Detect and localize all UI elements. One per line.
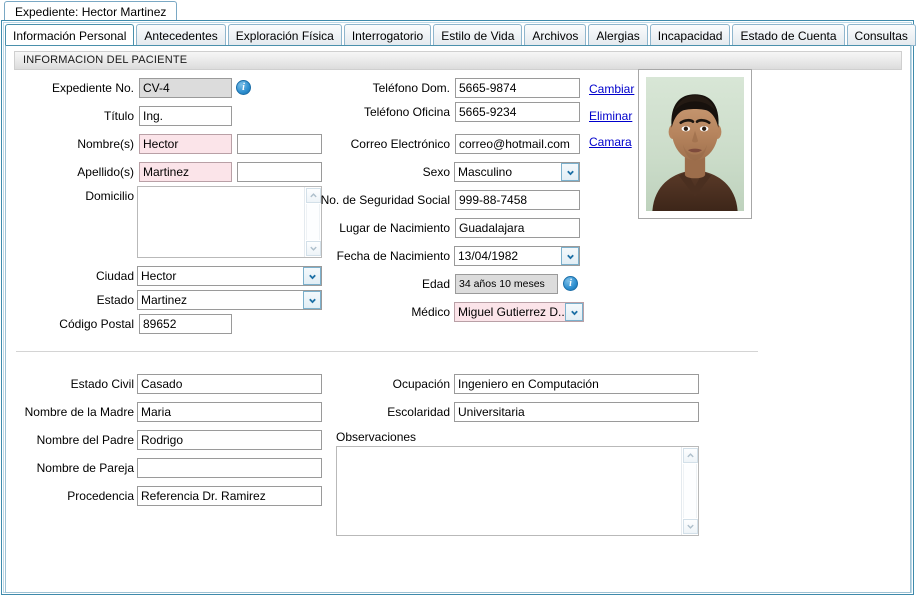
domicilio-text[interactable]	[138, 187, 304, 257]
tab-label: Alergias	[596, 29, 640, 43]
link-eliminar-foto[interactable]: Eliminar	[589, 109, 632, 123]
label-escolaridad: Escolaridad	[387, 405, 450, 419]
label-nombres: Nombre(s)	[77, 137, 134, 151]
document-tab-expediente[interactable]: Expediente: Hector Martinez	[4, 1, 178, 22]
tab-archivos[interactable]: Archivos	[524, 24, 587, 46]
tab-label: Antecedentes	[144, 29, 218, 43]
tab-exploracion-fisica[interactable]: Exploración Física	[227, 24, 342, 46]
chevron-down-icon[interactable]	[561, 163, 579, 181]
label-estado: Estado	[96, 293, 134, 307]
document-tabstrip: Expediente: Hector Martinez	[0, 0, 916, 22]
tab-label: Interrogatorio	[351, 29, 424, 43]
label-telefono-dom: Teléfono Dom.	[372, 81, 450, 95]
main-tabbar: Información Personal Antecedentes Explorac…	[5, 24, 916, 46]
field-codigo-postal[interactable]: 89652	[139, 314, 232, 334]
label-sexo: Sexo	[422, 165, 450, 179]
label-seguridad-social: No. de Seguridad Social	[320, 193, 450, 207]
label-nombre-pareja: Nombre de Pareja	[36, 461, 134, 475]
field-escolaridad[interactable]: Universitaria	[454, 402, 699, 422]
field-lugar-nacimiento[interactable]: Guadalajara	[455, 218, 580, 238]
label-ciudad: Ciudad	[95, 269, 134, 283]
label-domicilio: Domicilio	[85, 189, 134, 203]
field-apellidos[interactable]: Martinez	[139, 162, 232, 182]
field-seguridad-social[interactable]: 999-88-7458	[455, 190, 580, 210]
patient-record-window: Expediente: Hector Martinez Información …	[0, 0, 916, 597]
field-nombres[interactable]: Hector	[139, 134, 232, 154]
tab-incapacidad[interactable]: Incapacidad	[649, 24, 731, 46]
tab-label: Exploración Física	[235, 29, 334, 43]
ciudad-value: Hector	[137, 266, 322, 286]
section-header-patient-info: INFORMACION DEL PACIENTE	[14, 51, 902, 70]
tab-label: Información Personal	[13, 29, 127, 43]
label-titulo: Título	[103, 109, 134, 123]
link-camara[interactable]: Camara	[589, 135, 632, 149]
tab-interrogatorio[interactable]: Interrogatorio	[343, 24, 432, 46]
label-telefono-oficina: Teléfono Oficina	[363, 105, 450, 119]
tab-label: Estado de Cuenta	[740, 29, 837, 43]
label-estado-civil: Estado Civil	[70, 377, 134, 391]
info-icon-edad[interactable]: i	[563, 276, 578, 291]
info-icon-expediente[interactable]: i	[236, 80, 251, 95]
label-nombre-padre: Nombre del Padre	[36, 433, 134, 447]
patient-photo	[646, 77, 744, 211]
label-apellidos: Apellido(s)	[77, 165, 134, 179]
field-observaciones[interactable]	[336, 446, 699, 536]
label-fecha-nacimiento: Fecha de Nacimiento	[336, 249, 450, 263]
field-medico[interactable]: Miguel Gutierrez D...	[454, 302, 584, 322]
field-estado-civil[interactable]: Casado	[137, 374, 322, 394]
tab-label: Consultas	[854, 29, 908, 43]
field-nombre-pareja[interactable]	[137, 458, 322, 478]
field-procedencia[interactable]: Referencia Dr. Ramirez	[137, 486, 322, 506]
field-ciudad[interactable]: Hector	[137, 266, 322, 286]
observaciones-scroll-track[interactable]	[683, 464, 697, 518]
field-edad: 34 años 10 meses	[455, 274, 558, 294]
tab-estado-de-cuenta[interactable]: Estado de Cuenta	[732, 24, 845, 46]
document-tab-label: Expediente: Hector Martinez	[15, 5, 167, 19]
tab-label: Incapacidad	[657, 29, 723, 43]
label-observaciones: Observaciones	[336, 430, 417, 444]
scroll-up-icon[interactable]	[683, 448, 698, 463]
field-correo[interactable]: correo@hotmail.com	[455, 134, 580, 154]
chevron-down-icon[interactable]	[561, 247, 579, 265]
field-expediente-no: CV-4	[139, 78, 232, 98]
field-nombre-madre[interactable]: Maria	[137, 402, 322, 422]
field-fecha-nacimiento[interactable]: 13/04/1982	[454, 246, 580, 266]
tab-antecedentes[interactable]: Antecedentes	[136, 24, 226, 46]
patient-photo-frame[interactable]	[638, 69, 752, 219]
tab-estilo-de-vida[interactable]: Estilo de Vida	[433, 24, 523, 46]
section-title: INFORMACION DEL PACIENTE	[23, 54, 188, 66]
scroll-down-icon[interactable]	[683, 519, 698, 534]
field-telefono-dom[interactable]: 5665-9874	[455, 78, 580, 98]
field-estado[interactable]: Martinez	[137, 290, 322, 310]
observaciones-scrollbar[interactable]	[681, 447, 698, 535]
tab-consultas[interactable]: Consultas	[846, 24, 916, 46]
link-cambiar-foto[interactable]: Cambiar	[589, 82, 634, 96]
label-medico: Médico	[411, 305, 450, 319]
field-titulo[interactable]: Ing.	[139, 106, 232, 126]
label-expediente-no: Expediente No.	[51, 81, 134, 95]
label-nombre-madre: Nombre de la Madre	[24, 405, 134, 419]
field-sexo[interactable]: Masculino	[454, 162, 580, 182]
tab-alergias[interactable]: Alergias	[588, 24, 648, 46]
field-nombre-padre[interactable]: Rodrigo	[137, 430, 322, 450]
label-codigo-postal: Código Postal	[59, 317, 134, 331]
chevron-down-icon[interactable]	[565, 303, 583, 321]
tab-panel-informacion-personal: INFORMACION DEL PACIENTE Expediente No. …	[5, 45, 911, 593]
label-edad: Edad	[421, 277, 450, 291]
label-ocupacion: Ocupación	[392, 377, 450, 391]
observaciones-text[interactable]	[337, 447, 681, 535]
tab-informacion-personal[interactable]: Información Personal	[5, 24, 135, 46]
tab-label: Estilo de Vida	[441, 29, 515, 43]
label-procedencia: Procedencia	[67, 489, 134, 503]
section-divider	[16, 351, 758, 352]
field-telefono-oficina[interactable]: 5665-9234	[455, 102, 580, 122]
tab-label: Archivos	[532, 29, 579, 43]
label-correo: Correo Electrónico	[350, 137, 450, 151]
field-ocupacion[interactable]: Ingeniero en Computación	[454, 374, 699, 394]
label-lugar-nacimiento: Lugar de Nacimiento	[339, 221, 450, 235]
estado-value: Martinez	[137, 290, 322, 310]
